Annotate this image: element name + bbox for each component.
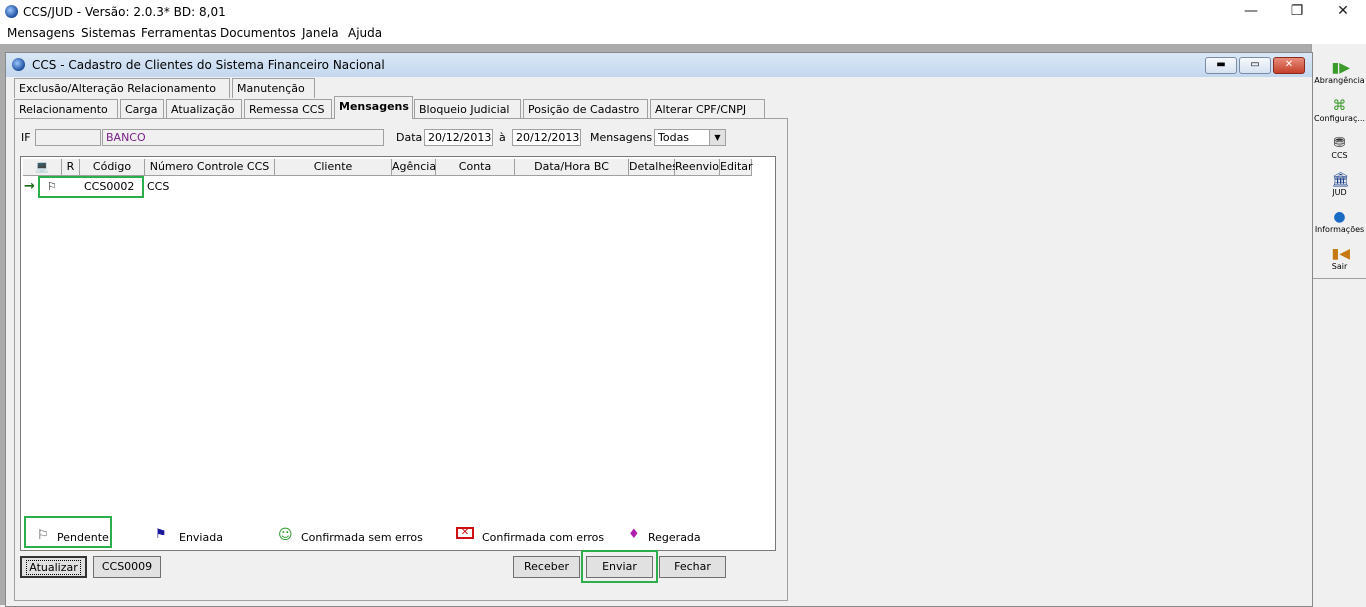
to-label: à — [499, 131, 506, 144]
child-logo-icon — [12, 58, 25, 71]
menu-sistemas[interactable]: Sistemas — [81, 26, 136, 40]
toolbar-label: JUD — [1332, 188, 1347, 197]
error-envelope-icon: ✕ — [456, 527, 474, 539]
toolbar-ccs[interactable]: ⛃ CCS — [1312, 135, 1366, 160]
child-close-button[interactable]: ✕ — [1273, 57, 1305, 74]
app-title-bar: CCS/JUD - Versão: 2.0.3* BD: 8,01 — ❐ ✕ — [0, 0, 1366, 24]
right-toolbar: ▮▶ Abrangência ⌘ Configuraç... ⛃ CCS 🏛 J… — [1311, 44, 1366, 605]
date-to-field[interactable]: 20/12/2013 — [512, 129, 581, 146]
messages-grid — [20, 156, 776, 551]
mensagens-select-value: Todas — [658, 131, 690, 144]
app-logo-icon — [5, 5, 18, 18]
legend-regerada: Regerada — [648, 531, 701, 544]
child-title-bar: CCS - Cadastro de Clientes do Sistema Fi… — [6, 53, 1312, 77]
configuracao-icon: ⌘ — [1332, 98, 1347, 114]
legend-enviada: Enviada — [179, 531, 223, 544]
app-title: CCS/JUD - Versão: 2.0.3* BD: 8,01 — [23, 5, 226, 19]
toolbar-configuracao[interactable]: ⌘ Configuraç... — [1312, 98, 1366, 123]
data-label: Data — [396, 131, 423, 144]
sair-icon: ▮◀ — [1331, 246, 1350, 262]
highlight-box — [38, 176, 144, 198]
minimize-button[interactable]: — — [1228, 0, 1274, 24]
child-title: CCS - Cadastro de Clientes do Sistema Fi… — [32, 58, 385, 72]
tab-carga[interactable]: Carga — [120, 99, 164, 119]
if-label: IF — [21, 131, 31, 144]
grid-header-codigo[interactable]: Código — [80, 159, 145, 176]
toolbar-label: Abrangência — [1314, 76, 1365, 85]
chevron-down-icon[interactable]: ▼ — [709, 130, 725, 145]
tab-bloqueio-judicial[interactable]: Bloqueio Judicial — [414, 99, 521, 119]
tab-atualizacao[interactable]: Atualização — [166, 99, 242, 119]
toolbar-label: Sair — [1331, 262, 1348, 271]
tab-mensagens[interactable]: Mensagens — [334, 96, 413, 119]
grid-header-editar[interactable]: Editar — [720, 159, 753, 176]
tab-alterar-cpf-cnpj[interactable]: Alterar CPF/CNPJ — [650, 99, 765, 119]
ccs-icon: ⛃ — [1333, 135, 1346, 151]
grid-header-r[interactable]: R — [62, 159, 80, 176]
mensagens-select[interactable]: Todas ▼ — [654, 129, 726, 146]
menu-documentos[interactable]: Documentos — [220, 26, 296, 40]
toolbar-informacoes[interactable]: ● Informações — [1312, 209, 1366, 234]
legend-confirmada-com-erros: Confirmada com erros — [482, 531, 605, 544]
tab-exclusao-alteracao[interactable]: Exclusão/Alteração Relacionamento — [14, 78, 230, 98]
grid-header-cliente[interactable]: Cliente — [275, 159, 392, 176]
legend-confirmada-sem-erros: Confirmada sem erros — [301, 531, 423, 544]
highlight-box — [581, 550, 658, 583]
informacoes-icon: ● — [1333, 209, 1346, 225]
grid-header-data-hora[interactable]: Data/Hora BC — [515, 159, 629, 176]
toolbar-label: CCS — [1331, 151, 1348, 160]
grid-header-reenvio[interactable]: Reenvio — [675, 159, 720, 176]
child-restore-button[interactable]: ▭ — [1239, 57, 1271, 74]
jud-icon: 🏛 — [1331, 172, 1350, 188]
grid-header-detalhes[interactable]: Detalhes — [629, 159, 678, 176]
toolbar-abrangencia[interactable]: ▮▶ Abrangência — [1312, 60, 1366, 85]
fechar-button[interactable]: Fechar — [659, 556, 726, 578]
tab-remessa-ccs[interactable]: Remessa CCS — [244, 99, 332, 119]
restore-button[interactable]: ❐ — [1274, 0, 1320, 24]
menu-bar: Mensagens Sistemas Ferramentas Documento… — [0, 24, 1366, 44]
grid-header-select[interactable]: 💻 — [23, 159, 62, 176]
row-pointer-arrow-icon: → — [24, 179, 35, 194]
toolbar-jud[interactable]: 🏛 JUD — [1312, 172, 1366, 197]
smiley-icon: ☺ — [278, 527, 293, 543]
if-code-field[interactable] — [35, 129, 101, 146]
toolbar-divider — [1312, 278, 1366, 279]
close-button[interactable]: ✕ — [1320, 0, 1366, 24]
abrangencia-icon: ▮▶ — [1331, 60, 1350, 76]
tab-posicao-cadastro[interactable]: Posição de Cadastro — [523, 99, 648, 119]
receber-button[interactable]: Receber — [513, 556, 580, 578]
date-from-field[interactable]: 20/12/2013 — [424, 129, 493, 146]
atualizar-label: Atualizar — [26, 560, 81, 575]
ccs0009-button[interactable]: CCS0009 — [93, 556, 161, 578]
row-numero-controle[interactable]: CCS — [147, 180, 169, 193]
menu-ajuda[interactable]: Ajuda — [348, 26, 382, 40]
flag-blue-icon: ⚑ — [155, 527, 167, 542]
grid-header-conta[interactable]: Conta — [436, 159, 515, 176]
menu-mensagens[interactable]: Mensagens — [7, 26, 75, 40]
mensagens-label: Mensagens — [590, 131, 653, 144]
child-minimize-button[interactable]: ▬ — [1205, 57, 1237, 74]
atualizar-button[interactable]: Atualizar — [20, 556, 87, 578]
tab-manutencao[interactable]: Manutenção — [232, 78, 315, 98]
menu-ferramentas[interactable]: Ferramentas — [141, 26, 217, 40]
menu-janela[interactable]: Janela — [302, 26, 339, 40]
if-name-field: BANCO — [102, 129, 384, 146]
highlight-box — [24, 516, 112, 548]
toolbar-sair[interactable]: ▮◀ Sair — [1312, 246, 1366, 271]
toolbar-label: Informações — [1314, 225, 1365, 234]
tab-relacionamento[interactable]: Relacionamento — [14, 99, 118, 119]
grid-header-numero-controle[interactable]: Número Controle CCS — [145, 159, 275, 176]
grid-header-agencia[interactable]: Agência — [392, 159, 436, 176]
computer-icon: 💻 — [35, 160, 49, 173]
regerada-icon: ♦ — [628, 527, 640, 542]
toolbar-label: Configuraç... — [1314, 114, 1365, 123]
